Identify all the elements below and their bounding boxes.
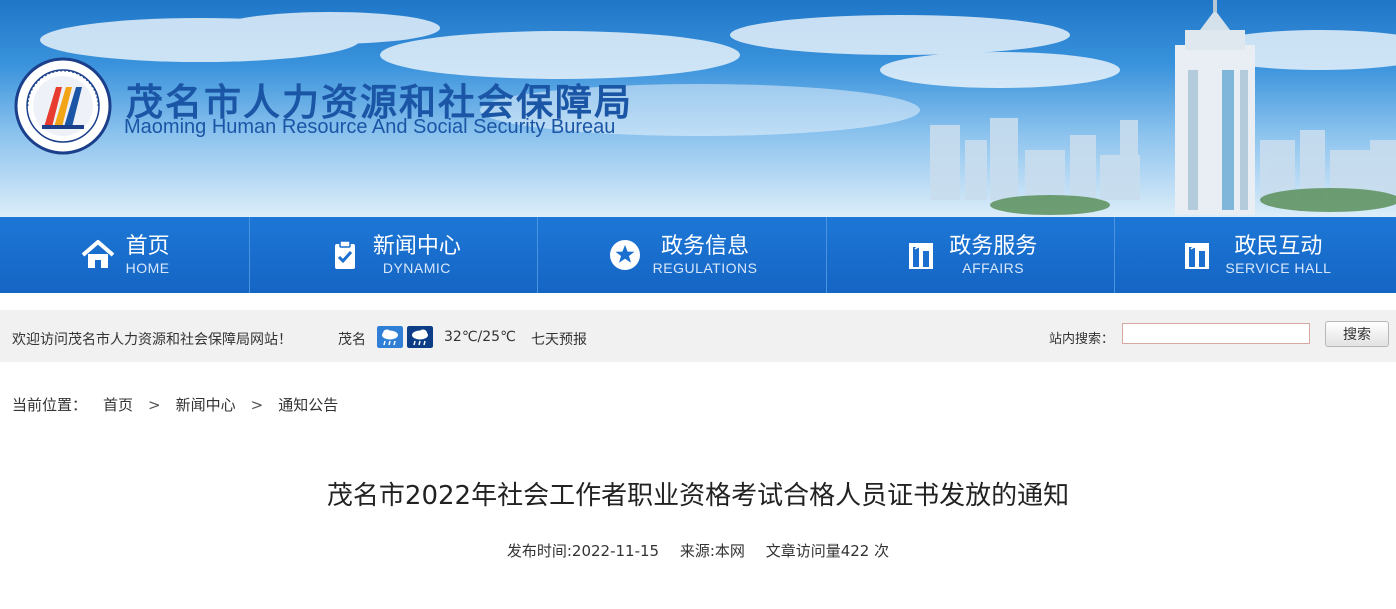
site-search-input[interactable] — [1122, 323, 1310, 344]
building-icon — [909, 243, 934, 269]
site-banner: 茂名市人力资源和社会保障局 Maoming Human Resource And… — [0, 0, 1396, 217]
breadcrumb-home-link[interactable]: 首页 — [103, 394, 133, 415]
nav-label-en: SERVICE HALL — [1225, 260, 1332, 276]
nav-label-cn: 政民互动 — [1234, 234, 1323, 259]
weather-city: 茂名 — [338, 332, 366, 348]
breadcrumb-separator: > — [148, 395, 161, 414]
search-label: 站内搜索： — [1049, 332, 1115, 347]
breadcrumb-news-link[interactable]: 新闻中心 — [176, 394, 236, 415]
nav-label-en: REGULATIONS — [652, 260, 758, 276]
home-icon — [81, 240, 114, 268]
info-bar: 欢迎访问茂名市人力资源和社会保障局网站！ 茂名 32℃/25℃ 七天预报 站内搜… — [0, 310, 1396, 362]
nav-item-affairs[interactable]: 政务服务 AFFAIRS — [827, 217, 1115, 293]
welcome-text: 欢迎访问茂名市人力资源和社会保障局网站！ — [12, 332, 292, 348]
breadcrumb-separator: > — [250, 395, 264, 414]
breadcrumb-notice-link[interactable]: 通知公告 — [278, 394, 338, 415]
weather-temperature: 32℃/25℃ — [444, 329, 516, 345]
rain-cloud-icon — [377, 326, 403, 348]
main-navigation: 首页 HOME 新闻中心 DYNAMIC 政务信息 REGULATIONS 政务… — [0, 217, 1396, 293]
site-subtitle: Maoming Human Resource And Social Securi… — [124, 116, 616, 138]
publish-date: 发布时间:2022-11-15 — [506, 542, 660, 560]
star-circle-icon — [609, 240, 640, 270]
clipboard-check-icon — [334, 240, 355, 269]
nav-label-cn: 首页 — [125, 234, 170, 259]
nav-label-cn: 政务服务 — [949, 234, 1038, 259]
seven-day-forecast-link[interactable]: 七天预报 — [531, 329, 587, 349]
nav-item-dynamic[interactable]: 新闻中心 DYNAMIC — [250, 217, 539, 293]
article-source: 来源:本网 — [679, 542, 745, 560]
nav-label-cn: 新闻中心 — [372, 234, 461, 259]
search-button[interactable]: 搜索 — [1325, 321, 1389, 347]
view-count: 文章访问量422 次 — [765, 542, 890, 560]
nav-item-regulations[interactable]: 政务信息 REGULATIONS — [538, 217, 827, 293]
nav-item-service-hall[interactable]: 政民互动 SERVICE HALL — [1115, 217, 1396, 293]
building-icon — [1185, 243, 1210, 269]
nav-label-en: HOME — [125, 260, 170, 276]
nav-item-home[interactable]: 首页 HOME — [0, 217, 251, 293]
night-rain-cloud-icon — [407, 326, 433, 348]
nav-label-en: AFFAIRS — [962, 260, 1025, 276]
nav-label-cn: 政务信息 — [661, 234, 750, 259]
bureau-emblem-logo — [14, 57, 112, 155]
article-meta: 发布时间:2022-11-15 来源:本网 文章访问量422 次 — [0, 540, 1396, 561]
nav-label-en: DYNAMIC — [382, 260, 451, 276]
breadcrumb-prefix: 当前位置： — [12, 396, 88, 414]
article-title: 茂名市2022年社会工作者职业资格考试合格人员证书发放的通知 — [326, 481, 1070, 511]
breadcrumb: 当前位置： 首页 > 新闻中心 > 通知公告 — [12, 394, 338, 415]
